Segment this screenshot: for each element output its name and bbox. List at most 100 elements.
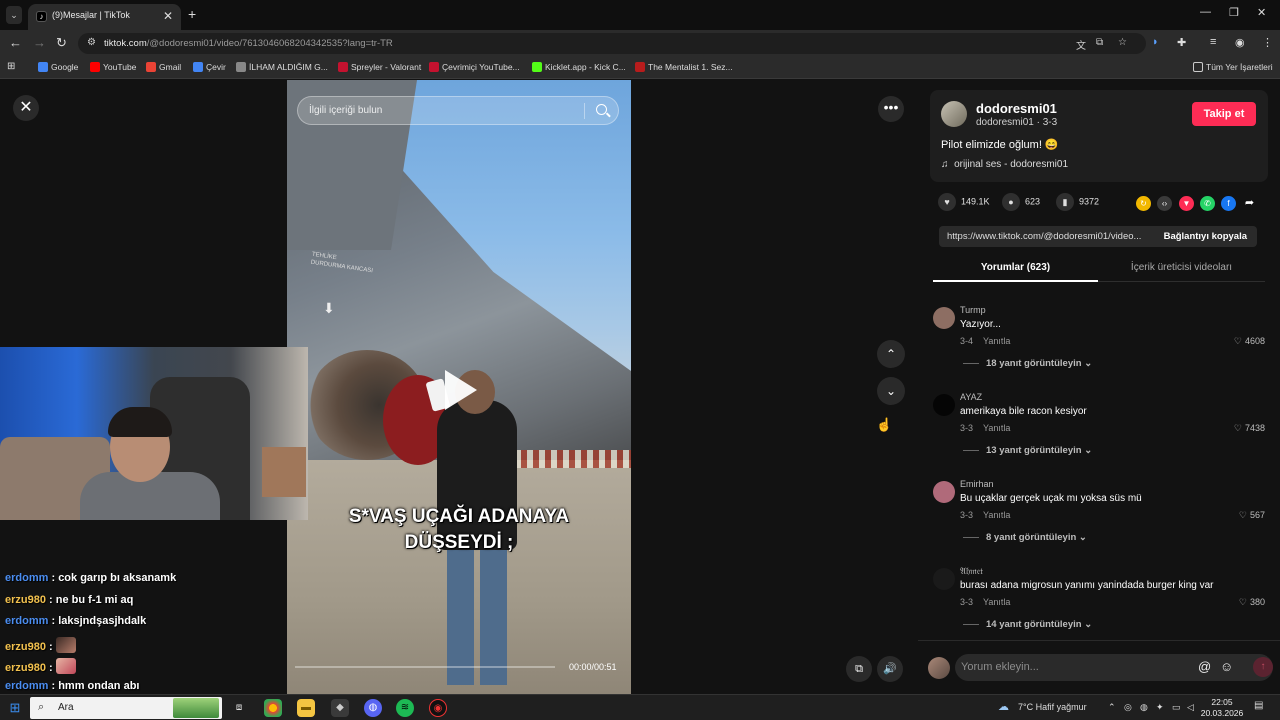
spotify-icon[interactable]: ≋ bbox=[396, 699, 414, 717]
tab-creator-videos[interactable]: İçerik üreticisi videoları bbox=[1098, 258, 1265, 282]
restore-icon[interactable]: ❐ bbox=[1229, 6, 1239, 19]
volume-icon[interactable]: 🔊 bbox=[877, 656, 903, 682]
previous-video-icon[interactable]: ⌃ bbox=[877, 340, 905, 368]
share-link-url[interactable]: https://www.tiktok.com/@dodoresmi01/vide… bbox=[947, 231, 1151, 242]
apps-grid-icon[interactable]: ⊞ bbox=[7, 61, 15, 72]
commenter-name[interactable]: AYAZ bbox=[960, 392, 982, 402]
comment-stat[interactable]: ● 623 bbox=[1002, 193, 1040, 211]
facebook-icon[interactable]: f bbox=[1221, 196, 1236, 211]
network-icon[interactable]: ▭ bbox=[1172, 702, 1181, 713]
menu-kebab-icon[interactable]: ⋮ bbox=[1262, 36, 1273, 49]
tab-close-icon[interactable]: ✕ bbox=[163, 9, 173, 23]
windows-start-icon[interactable]: ⊞ bbox=[6, 699, 24, 717]
tab-search-button[interactable]: ⌄ bbox=[6, 6, 22, 24]
comment-like-button[interactable]: ♡ 4608 bbox=[1234, 336, 1265, 347]
copy-link-button[interactable]: Bağlantıyı kopyala bbox=[1164, 231, 1247, 242]
back-icon[interactable]: ← bbox=[9, 35, 22, 50]
taskbar-search-box[interactable]: ⌕ Ara bbox=[30, 697, 222, 719]
bookmark-item[interactable]: Kicklet.app - Kick C... bbox=[532, 62, 626, 72]
like-stat[interactable]: ♥ 149.1K bbox=[938, 193, 990, 211]
bookmark-item[interactable]: Google bbox=[38, 62, 78, 72]
address-bar[interactable]: ⚙ tiktok.com/@dodoresmi01/video/76130460… bbox=[78, 33, 1146, 54]
reply-button[interactable]: Yanıtla bbox=[983, 336, 1010, 346]
commenter-name[interactable]: Emirhan bbox=[960, 479, 994, 489]
more-options-icon[interactable]: ••• bbox=[878, 96, 904, 122]
commenter-avatar[interactable] bbox=[933, 568, 955, 590]
follow-button[interactable]: Takip et bbox=[1192, 102, 1256, 126]
tray-app-icon[interactable]: ◍ bbox=[1140, 702, 1148, 713]
search-icon[interactable] bbox=[596, 104, 607, 115]
comment-like-button[interactable]: ♡ 567 bbox=[1239, 510, 1265, 521]
site-info-icon[interactable]: ⚙ bbox=[87, 37, 96, 48]
task-view-icon[interactable]: ⧈ bbox=[230, 699, 248, 717]
tab-tiktok[interactable]: ♪ (9)Mesajlar | TikTok ✕ bbox=[28, 4, 181, 30]
all-bookmarks[interactable]: Tüm Yer İşaretleri bbox=[1193, 62, 1273, 72]
weather-cloud-icon[interactable]: ☁ bbox=[998, 700, 1009, 713]
commenter-avatar[interactable] bbox=[933, 481, 955, 503]
bookmark-item[interactable]: Spreyler - Valorant bbox=[338, 62, 421, 72]
view-replies-button[interactable]: 14 yanıt görüntüleyin ⌄ bbox=[963, 619, 1092, 630]
tray-chevron-icon[interactable]: ⌃ bbox=[1108, 702, 1116, 713]
commenter-avatar[interactable] bbox=[933, 307, 955, 329]
forward-icon[interactable]: → bbox=[33, 35, 46, 50]
commenter-name[interactable]: Turmp bbox=[960, 305, 986, 315]
bookmark-item[interactable]: Çevrimiçi YouTube... bbox=[429, 62, 520, 72]
commenter-avatar[interactable] bbox=[933, 394, 955, 416]
close-video-button[interactable]: ✕ bbox=[13, 95, 39, 121]
comment-input[interactable]: Yorum ekleyin... @ ☺ ↑ bbox=[955, 654, 1273, 681]
bookmark-item[interactable]: YouTube bbox=[90, 62, 136, 72]
profile-icon[interactable]: ◉ bbox=[1235, 36, 1245, 49]
emoji-icon[interactable]: ☺ bbox=[1220, 659, 1233, 674]
window-close-icon[interactable]: ✕ bbox=[1257, 6, 1266, 19]
mention-icon[interactable]: @ bbox=[1198, 659, 1211, 674]
chrome-icon[interactable] bbox=[264, 699, 282, 717]
related-search-input[interactable]: İlgili içeriği bulun bbox=[297, 96, 619, 125]
media-control-icon[interactable]: ≡ bbox=[1210, 36, 1216, 48]
extension-icon[interactable]: ◗ bbox=[1152, 36, 1159, 48]
tray-app-icon[interactable]: ✦ bbox=[1156, 702, 1164, 713]
send-arrow-icon[interactable]: ↑ bbox=[1253, 657, 1273, 677]
comment-like-button[interactable]: ♡ 380 bbox=[1239, 597, 1265, 608]
app-icon[interactable]: ◆ bbox=[331, 699, 349, 717]
new-tab-icon[interactable]: + bbox=[188, 6, 196, 22]
translate-icon[interactable]: 文 bbox=[1076, 37, 1086, 52]
extensions-puzzle-icon[interactable]: ✚ bbox=[1177, 36, 1186, 49]
video-player[interactable]: TEHLİKE DURDURMA KANCASI ⬇ İlgili içeriği… bbox=[287, 80, 631, 694]
minimize-icon[interactable]: — bbox=[1200, 6, 1211, 18]
install-app-icon[interactable]: ⧉ bbox=[1096, 37, 1103, 48]
bookmark-item[interactable]: The Mentalist 1. Sez... bbox=[635, 62, 733, 72]
next-video-icon[interactable]: ⌄ bbox=[877, 377, 905, 405]
miniplayer-icon[interactable]: ⧉ bbox=[846, 656, 872, 682]
play-icon[interactable] bbox=[445, 370, 477, 410]
send-to-friends-icon[interactable]: ▼ bbox=[1179, 196, 1194, 211]
reply-button[interactable]: Yanıtla bbox=[983, 597, 1010, 607]
bookmark-item[interactable]: İLHAM ALDIĞIM G... bbox=[236, 62, 328, 72]
view-replies-button[interactable]: 18 yanıt görüntüleyin ⌄ bbox=[963, 358, 1092, 369]
discord-icon[interactable]: ◍ bbox=[364, 699, 382, 717]
reply-button[interactable]: Yanıtla bbox=[983, 423, 1010, 433]
recording-app-icon[interactable]: ◉ bbox=[429, 699, 447, 717]
tray-app-icon[interactable]: ◎ bbox=[1124, 702, 1132, 713]
comment-like-button[interactable]: ♡ 7438 bbox=[1234, 423, 1265, 434]
creator-username[interactable]: dodoresmi01 bbox=[976, 101, 1057, 116]
video-progress-bar[interactable] bbox=[295, 666, 555, 668]
weather-text[interactable]: 7°C Hafif yağmur bbox=[1018, 702, 1087, 712]
commenter-name[interactable]: 𝔄𝔥𝔪𝔢𝔱 bbox=[960, 566, 983, 577]
save-stat[interactable]: ▮ 9372 bbox=[1056, 193, 1099, 211]
reply-button[interactable]: Yanıtla bbox=[983, 510, 1010, 520]
file-explorer-icon[interactable]: ▬ bbox=[297, 699, 315, 717]
music-link[interactable]: ♫ orijinal ses - dodoresmi01 bbox=[941, 159, 1068, 170]
reload-icon[interactable]: ↻ bbox=[56, 35, 67, 51]
share-arrow-icon[interactable]: ➦ bbox=[1242, 196, 1257, 211]
bookmark-star-icon[interactable]: ☆ bbox=[1118, 37, 1127, 48]
repost-icon[interactable]: ↻ bbox=[1136, 196, 1151, 211]
bookmark-item[interactable]: Çevir bbox=[193, 62, 226, 72]
tab-comments[interactable]: Yorumlar (623) bbox=[933, 258, 1098, 282]
speaker-icon[interactable]: ◁ bbox=[1187, 702, 1194, 713]
view-replies-button[interactable]: 8 yanıt görüntüleyin ⌄ bbox=[963, 532, 1087, 543]
notifications-icon[interactable]: ▤ bbox=[1254, 700, 1263, 711]
taskbar-clock[interactable]: 22:05 20.03.2026 bbox=[1200, 697, 1244, 719]
creator-avatar[interactable] bbox=[941, 101, 967, 127]
bookmark-item[interactable]: Gmail bbox=[146, 62, 181, 72]
view-replies-button[interactable]: 13 yanıt görüntüleyin ⌄ bbox=[963, 445, 1092, 456]
